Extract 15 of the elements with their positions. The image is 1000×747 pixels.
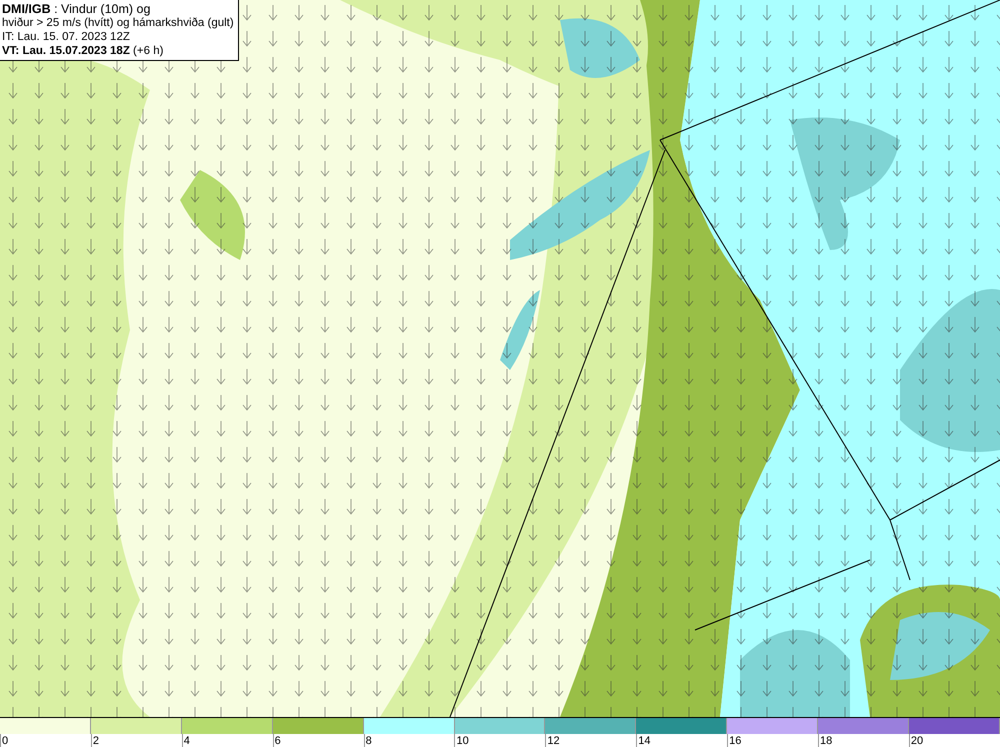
legend-tick-label: 2 — [90, 734, 182, 747]
legend-tick-label: 8 — [364, 734, 454, 747]
title-line: hviður > 25 m/s (hvítt) og hámarkshviða (gult) — [2, 16, 234, 30]
legend-tick-label: 18 — [818, 734, 909, 747]
title-line: DMI/IGB : Vindur (10m) og — [2, 2, 152, 16]
legend-tick-label: 12 — [545, 734, 636, 747]
legend-tick-label: 20 — [908, 734, 1000, 747]
legend-tick-label: 6 — [272, 734, 364, 747]
legend-tick-label: 4 — [182, 734, 273, 747]
legend-tick-label: 14 — [636, 734, 728, 747]
legend-tick-label: 10 — [454, 734, 546, 747]
legend-tick-label: 16 — [727, 734, 818, 747]
legend-tick-label: 0 — [0, 734, 91, 747]
title-line: IT: Lau. 15. 07. 2023 12Z — [2, 30, 131, 44]
title-line: VT: Lau. 15.07.2023 18Z (+6 h) — [2, 44, 164, 58]
